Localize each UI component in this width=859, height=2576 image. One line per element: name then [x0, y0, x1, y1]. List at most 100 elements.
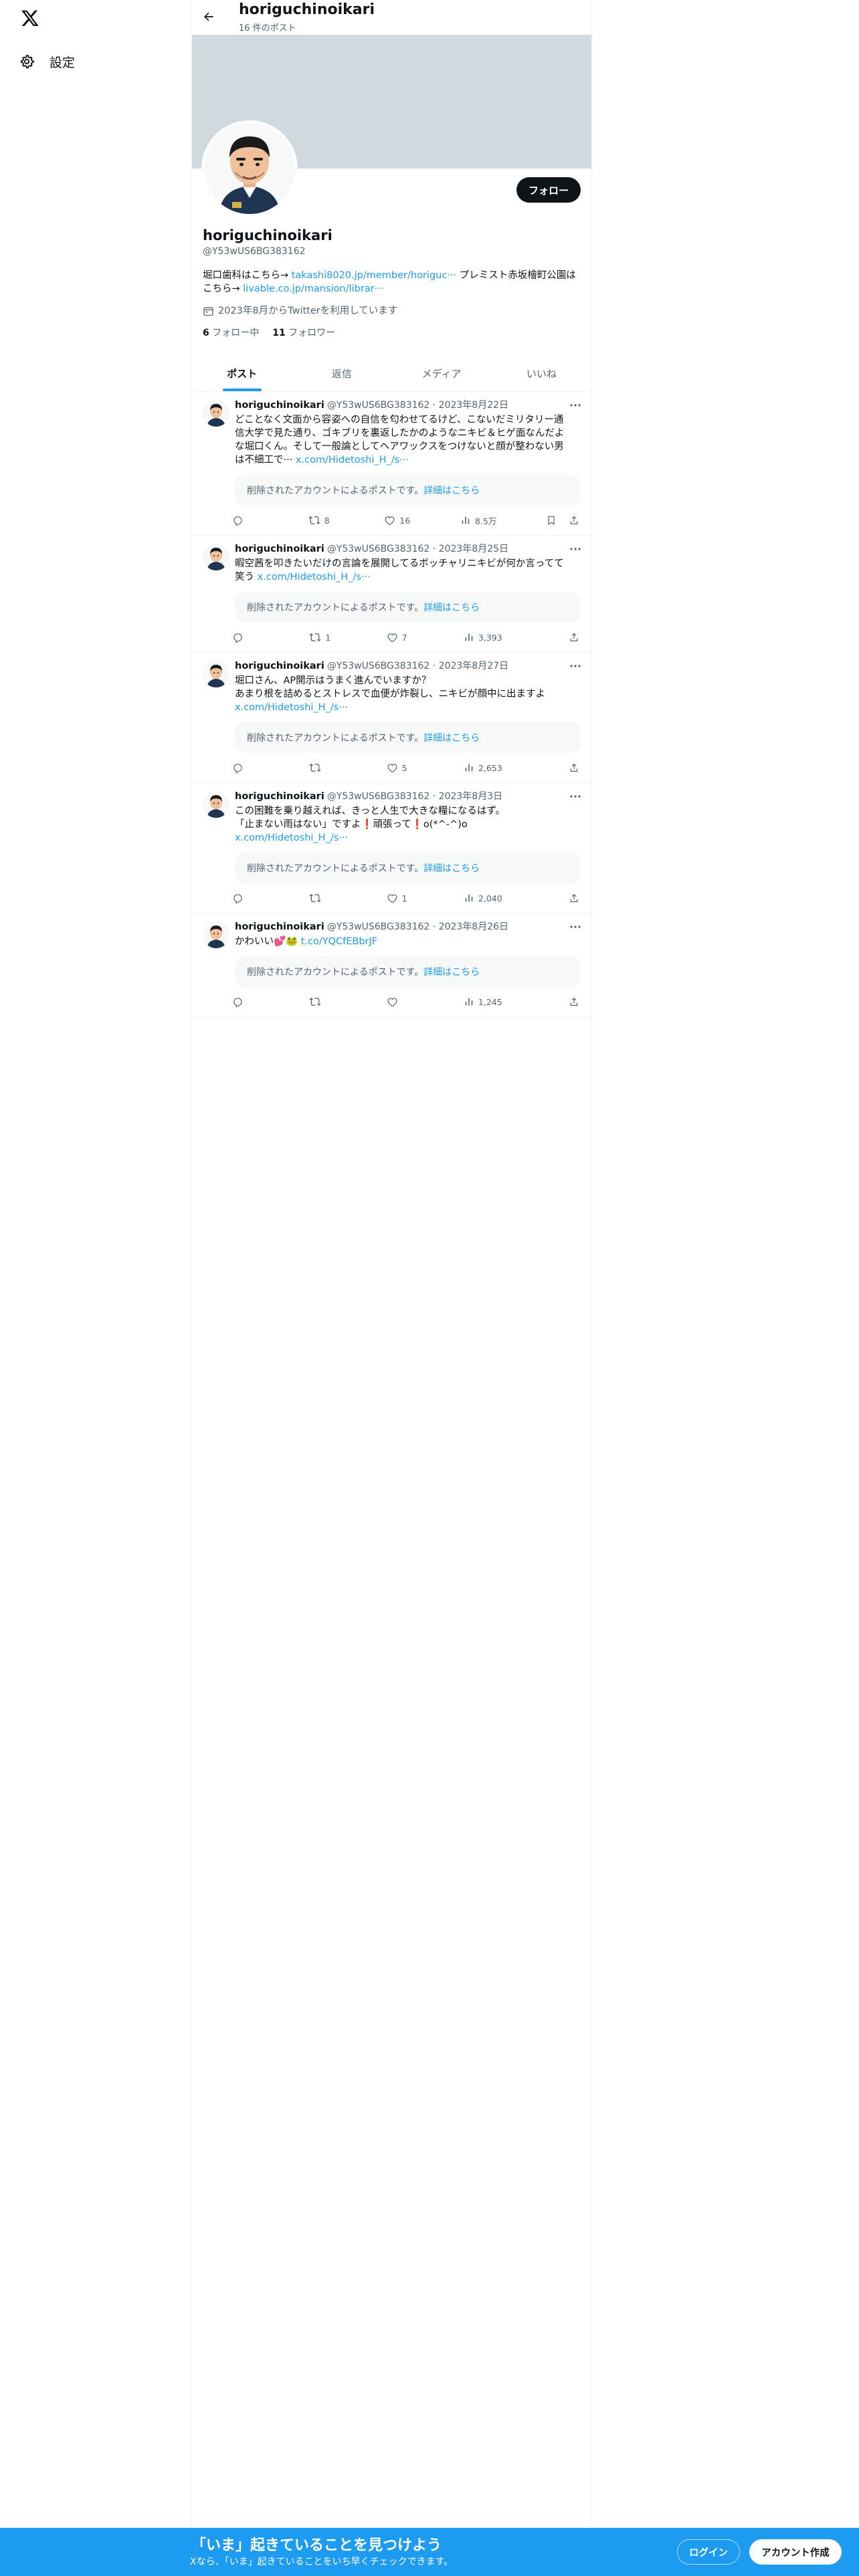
login-button[interactable]: ログイン: [677, 2539, 740, 2565]
post[interactable]: horiguchinoikari @Y53wUS6BG383162 · 2023…: [192, 392, 591, 536]
repost-button[interactable]: [309, 762, 336, 774]
back-button[interactable]: [200, 8, 217, 25]
post[interactable]: horiguchinoikari @Y53wUS6BG383162 · 2023…: [192, 536, 591, 653]
views-button[interactable]: 8.5万: [460, 514, 496, 527]
more-button[interactable]: [569, 790, 582, 803]
deleted-notice-link[interactable]: 詳細はこちら: [423, 601, 480, 614]
post-extra-actions: [553, 762, 579, 773]
post-link[interactable]: x.com/Hidetoshi_H_/s···: [235, 833, 348, 843]
like-button[interactable]: 7: [387, 632, 413, 643]
post-avatar[interactable]: [203, 791, 229, 818]
more-icon: [570, 795, 581, 798]
post-author-name[interactable]: horiguchinoikari: [235, 399, 324, 412]
deleted-notice-text: 削除されたアカウントによるポストです。: [247, 603, 424, 613]
deleted-quote-notice: 削除されたアカウントによるポストです。 詳細はこちら: [235, 592, 581, 623]
post-text-line: は不細工で··· x.com/Hidetoshi_H_/s···: [235, 453, 581, 467]
post-meta: @Y53wUS6BG383162 · 2023年8月25日: [326, 544, 509, 554]
post-avatar[interactable]: [203, 661, 229, 687]
post-link[interactable]: x.com/Hidetoshi_H_/s···: [296, 455, 409, 465]
following-link[interactable]: 6 フォロー中: [203, 326, 259, 340]
signup-banner-subtitle: Xなら、「いま」起きていることをいち早くチェックできます。: [190, 2557, 454, 2567]
post-list: horiguchinoikari @Y53wUS6BG383162 · 2023…: [192, 392, 591, 1017]
nav-settings-item[interactable]: 設定: [19, 48, 75, 75]
views-icon: [464, 893, 474, 903]
like-button[interactable]: 16: [384, 515, 411, 526]
followers-link[interactable]: 11 フォロワー: [272, 326, 335, 340]
deleted-quote-notice: 削除されたアカウントによるポストです。 詳細はこちら: [235, 475, 581, 506]
bio-text: プレミスト赤坂檜町公園は: [456, 270, 576, 281]
more-button[interactable]: [569, 399, 582, 412]
views-button[interactable]: 2,653: [464, 762, 502, 773]
post-avatar[interactable]: [203, 544, 229, 570]
post-link[interactable]: t.co/YQCfEBbrJF: [301, 936, 377, 947]
post-actions: 5 2,653: [232, 753, 581, 782]
post-meta: @Y53wUS6BG383162 · 2023年8月26日: [326, 922, 509, 932]
bio-link[interactable]: livable.co.jp/mansion/librar···: [243, 284, 383, 294]
x-logo-icon[interactable]: [19, 7, 41, 29]
deleted-notice-link[interactable]: 詳細はこちら: [423, 861, 480, 875]
post[interactable]: horiguchinoikari @Y53wUS6BG383162 · 2023…: [192, 783, 591, 914]
like-button[interactable]: 5: [387, 762, 413, 774]
repost-button[interactable]: [309, 892, 336, 904]
deleted-notice-link[interactable]: 詳細はこちら: [423, 965, 480, 978]
views-button[interactable]: 1,245: [464, 996, 502, 1007]
bookmark-icon[interactable]: [546, 515, 557, 526]
share-icon[interactable]: [569, 996, 579, 1007]
post-meta: @Y53wUS6BG383162 · 2023年8月22日: [326, 400, 509, 411]
post-link[interactable]: x.com/Hidetoshi_H_/s···: [235, 702, 348, 713]
post-extra-actions: [546, 515, 579, 526]
repost-icon: [309, 631, 321, 643]
reply-button[interactable]: [232, 515, 259, 526]
post-extra-actions: [553, 893, 579, 903]
repost-button[interactable]: 1: [309, 631, 336, 643]
reply-button[interactable]: [232, 762, 259, 774]
signup-button[interactable]: アカウント作成: [749, 2539, 842, 2565]
reply-button[interactable]: [232, 893, 259, 904]
reply-button[interactable]: [232, 632, 259, 643]
views-button[interactable]: 3,393: [464, 632, 502, 643]
bio-link[interactable]: takashi8020.jp/member/horiguc···: [292, 270, 456, 281]
post-extra-actions: [553, 632, 579, 643]
like-count: 5: [401, 762, 407, 773]
post-author-name[interactable]: horiguchinoikari: [235, 659, 324, 673]
share-icon[interactable]: [569, 893, 579, 903]
repost-icon: [308, 514, 320, 526]
tab-replies[interactable]: 返信: [292, 356, 391, 391]
more-button[interactable]: [569, 542, 582, 556]
follow-button[interactable]: フォロー: [516, 177, 581, 203]
repost-button[interactable]: [309, 996, 336, 1008]
post-avatar[interactable]: [203, 400, 229, 427]
like-button[interactable]: [387, 996, 413, 1008]
post-author-name[interactable]: horiguchinoikari: [235, 542, 324, 556]
post-author-name[interactable]: horiguchinoikari: [235, 920, 324, 934]
share-icon[interactable]: [569, 762, 579, 773]
more-icon: [570, 926, 581, 928]
post-meta: @Y53wUS6BG383162 · 2023年8月27日: [326, 661, 509, 671]
profile-info: horiguchinoikari @Y53wUS6BG383162 堀口歯科はこ…: [192, 226, 591, 340]
share-icon[interactable]: [569, 632, 579, 643]
post[interactable]: horiguchinoikari @Y53wUS6BG383162 · 2023…: [192, 653, 591, 783]
post-text-line: 信大学で見た通り、ゴキブリを裏返したかのようなニキビ＆ヒゲ面なんだよ: [235, 428, 565, 439]
calendar-icon: [203, 307, 213, 316]
deleted-notice-link[interactable]: 詳細はこちら: [423, 484, 480, 497]
post-link[interactable]: x.com/Hidetoshi_H_/s···: [258, 572, 371, 582]
post[interactable]: horiguchinoikari @Y53wUS6BG383162 · 2023…: [192, 914, 591, 1017]
heart-icon: [387, 762, 398, 774]
like-button[interactable]: 1: [387, 893, 413, 904]
profile-avatar[interactable]: [201, 120, 298, 217]
tab-media[interactable]: メディア: [392, 356, 492, 391]
tab-likes[interactable]: いいね: [492, 356, 591, 391]
topbar-name: horiguchinoikari: [239, 1, 375, 18]
post-avatar[interactable]: [203, 922, 229, 948]
post-author-name[interactable]: horiguchinoikari: [235, 790, 324, 803]
share-icon[interactable]: [569, 515, 579, 526]
repost-count: 8: [324, 515, 330, 526]
more-button[interactable]: [569, 659, 582, 673]
tab-posts[interactable]: ポスト: [192, 356, 292, 391]
reply-button[interactable]: [232, 996, 259, 1008]
post-text-line: 堀口さん、AP開示はうまく進んでいますか？: [235, 675, 432, 686]
more-button[interactable]: [569, 920, 582, 934]
views-button[interactable]: 2,040: [464, 893, 502, 903]
deleted-notice-link[interactable]: 詳細はこちら: [423, 731, 480, 744]
repost-button[interactable]: 8: [308, 514, 335, 526]
